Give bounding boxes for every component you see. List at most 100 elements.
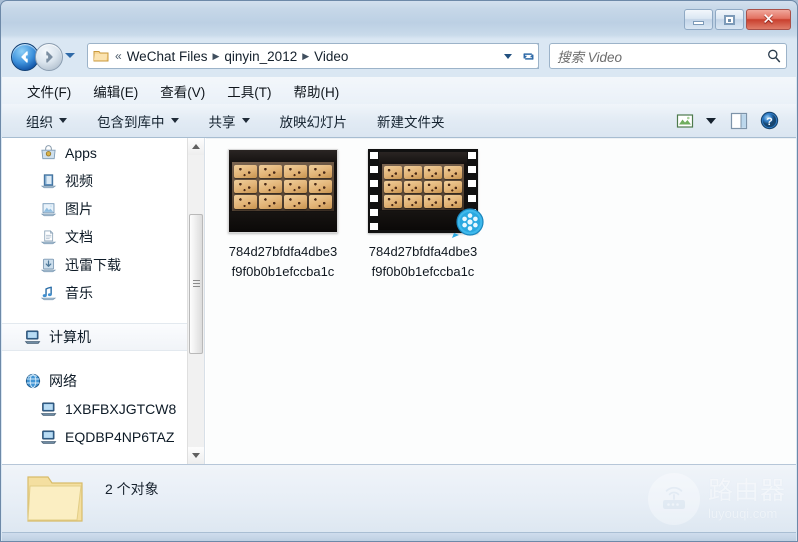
music-library-icon bbox=[40, 285, 58, 301]
file-item-video[interactable]: 784d27bfdfa4dbe3f9f0b0b1efccba1c bbox=[364, 147, 484, 282]
toolbar-right-group: ? bbox=[672, 104, 784, 137]
network-computer-icon bbox=[40, 401, 58, 417]
sidebar-label: EQDBP4NP6TAZ bbox=[65, 429, 175, 445]
breadcrumb-separator[interactable]: ▶ bbox=[212, 51, 219, 62]
sidebar-item-computer[interactable]: 计算机 bbox=[2, 323, 204, 351]
chevron-down-icon[interactable] bbox=[504, 54, 512, 59]
chevron-down-icon bbox=[59, 118, 67, 123]
sidebar-label: 迅雷下载 bbox=[65, 257, 121, 273]
scroll-down-button[interactable] bbox=[188, 447, 204, 464]
breadcrumb-segment-wechat-files[interactable]: WeChat Files bbox=[127, 49, 208, 64]
view-layout-icon[interactable] bbox=[672, 109, 698, 133]
computer-icon bbox=[24, 329, 42, 345]
documents-library-icon bbox=[40, 229, 58, 245]
search-box[interactable]: 搜索 Video bbox=[549, 43, 787, 69]
toolbar-button-share[interactable]: 共享 bbox=[209, 111, 250, 131]
back-arrow-icon bbox=[21, 51, 28, 63]
scrollbar-grip bbox=[193, 280, 200, 289]
sidebar-label: 音乐 bbox=[65, 285, 93, 301]
toolbar-button-organize[interactable]: 组织 bbox=[26, 111, 67, 131]
folder-icon bbox=[93, 49, 109, 63]
preview-pane-icon bbox=[730, 112, 748, 129]
breadcrumb-separator[interactable]: ▶ bbox=[302, 51, 309, 62]
search-input[interactable]: 搜索 Video bbox=[557, 46, 766, 66]
navigation-pane[interactable]: Apps 视频 图片 文档 迅雷下载 音乐 计算机 网络 1XBFBXJGTCW… bbox=[2, 138, 205, 464]
watermark-site: luyouqi.com bbox=[707, 505, 778, 521]
chevron-down-icon bbox=[241, 118, 250, 123]
film-reel-icon bbox=[452, 208, 484, 238]
thumbnail-wrapper[interactable] bbox=[227, 147, 339, 235]
file-item-image[interactable]: 784d27bfdfa4dbe3f9f0b0b1efccba1c bbox=[224, 147, 342, 282]
breadcrumb-segment-video[interactable]: Video bbox=[314, 49, 348, 64]
sidebar-label: 网络 bbox=[49, 373, 77, 389]
explorer-window-root: ✕ « WeChat Files ▶ qinyin_2012 ▶ Video 搜… bbox=[0, 0, 798, 542]
navigation-list: Apps 视频 图片 文档 迅雷下载 音乐 计算机 网络 1XBFBXJGTCW… bbox=[2, 138, 204, 451]
chevron-down-icon bbox=[706, 117, 716, 124]
network-icon bbox=[24, 373, 42, 389]
scroll-up-button[interactable] bbox=[188, 138, 204, 155]
folder-icon bbox=[24, 471, 86, 532]
sidebar-item-network[interactable]: 网络 bbox=[2, 367, 204, 395]
sidebar-item-documents[interactable]: 文档 bbox=[2, 223, 204, 251]
sidebar-scrollbar[interactable] bbox=[187, 138, 204, 464]
preview-pane-button[interactable] bbox=[724, 109, 754, 133]
history-dropdown-button[interactable] bbox=[65, 53, 75, 58]
sidebar-item-network-computer-1[interactable]: 1XBFBXJGTCW8 bbox=[2, 395, 204, 423]
toolbar-label-slideshow: 放映幻灯片 bbox=[279, 114, 348, 130]
refresh-button[interactable] bbox=[519, 43, 539, 69]
minimize-icon bbox=[693, 20, 704, 25]
sidebar-label: Apps bbox=[65, 145, 97, 161]
view-dropdown-button[interactable] bbox=[698, 109, 724, 133]
chevron-down-icon bbox=[170, 118, 179, 123]
help-button[interactable]: ? bbox=[754, 109, 784, 133]
network-computer-icon bbox=[40, 429, 58, 445]
title-bar[interactable]: ✕ bbox=[1, 1, 797, 39]
maximize-button[interactable] bbox=[715, 9, 744, 30]
sidebar-item-network-computer-2[interactable]: EQDBP4NP6TAZ bbox=[2, 423, 204, 451]
sidebar-label: 计算机 bbox=[49, 329, 91, 345]
sidebar-item-thunder-downloads[interactable]: 迅雷下载 bbox=[2, 251, 204, 279]
video-library-icon bbox=[40, 173, 58, 189]
sidebar-item-videos[interactable]: 视频 bbox=[2, 167, 204, 195]
sidebar-item-pictures[interactable]: 图片 bbox=[2, 195, 204, 223]
watermark-title: 路由器 bbox=[707, 476, 786, 505]
toolbar-label-include-in-library: 包含到库中 bbox=[97, 114, 165, 130]
scrollbar-thumb[interactable] bbox=[189, 214, 203, 354]
menu-item-help[interactable]: 帮助(H) bbox=[291, 79, 343, 103]
toolbar-label-organize: 组织 bbox=[26, 114, 53, 130]
minimize-button[interactable] bbox=[684, 9, 713, 30]
close-button[interactable]: ✕ bbox=[746, 9, 791, 30]
watermark: 路由器 luyouqi.com bbox=[647, 473, 786, 525]
window-frame: ✕ « WeChat Files ▶ qinyin_2012 ▶ Video 搜… bbox=[0, 0, 798, 542]
apps-folder-icon bbox=[40, 145, 58, 161]
thumbnail-wrapper[interactable] bbox=[367, 147, 484, 238]
breadcrumb[interactable]: « WeChat Files ▶ qinyin_2012 ▶ Video bbox=[87, 43, 539, 69]
menu-item-edit[interactable]: 编辑(E) bbox=[90, 79, 141, 103]
menu-item-tools[interactable]: 工具(T) bbox=[224, 79, 274, 103]
forward-button[interactable] bbox=[35, 43, 63, 71]
toolbar-button-slideshow[interactable]: 放映幻灯片 bbox=[280, 111, 348, 131]
close-icon: ✕ bbox=[762, 11, 775, 28]
downloads-library-icon bbox=[40, 257, 58, 273]
toolbar: 组织 包含到库中 共享 放映幻灯片 新建文件夹 ? bbox=[2, 104, 796, 138]
status-bar: 2 个对象 路由器 luyouqi.com bbox=[2, 464, 796, 534]
sidebar-item-music[interactable]: 音乐 bbox=[2, 279, 204, 307]
menu-item-file[interactable]: 文件(F) bbox=[24, 79, 74, 103]
file-name-label: 784d27bfdfa4dbe3f9f0b0b1efccba1c bbox=[228, 244, 338, 279]
scroll-up-icon bbox=[192, 144, 200, 149]
search-icon[interactable] bbox=[766, 48, 782, 64]
window-bottom-edge bbox=[2, 532, 796, 541]
navigation-buttons bbox=[11, 42, 85, 72]
toolbar-label-new-folder: 新建文件夹 bbox=[377, 114, 445, 130]
menu-item-view[interactable]: 查看(V) bbox=[157, 79, 208, 103]
file-list-pane[interactable]: 784d27bfdfa4dbe3f9f0b0b1efccba1c 784d27b… bbox=[206, 138, 796, 464]
toolbar-button-include-in-library[interactable]: 包含到库中 bbox=[97, 111, 179, 131]
maximize-icon bbox=[724, 14, 735, 25]
sidebar-item-apps[interactable]: Apps bbox=[2, 139, 204, 167]
address-bar-row: « WeChat Files ▶ qinyin_2012 ▶ Video 搜索 … bbox=[1, 39, 797, 75]
breadcrumb-overflow-chevrons[interactable]: « bbox=[115, 49, 122, 63]
breadcrumb-segment-qinyin-2012[interactable]: qinyin_2012 bbox=[224, 49, 297, 64]
toolbar-button-new-folder[interactable]: 新建文件夹 bbox=[377, 111, 445, 131]
